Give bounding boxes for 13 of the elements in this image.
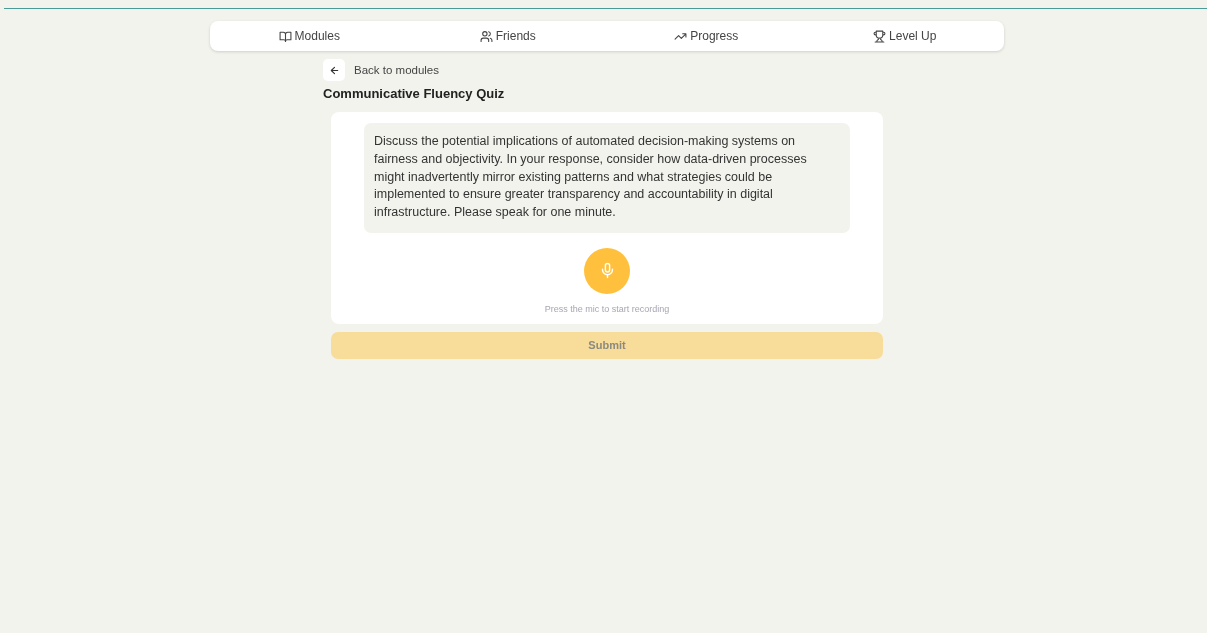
trophy-icon bbox=[873, 29, 887, 43]
nav-tab[interactable]: Modules bbox=[210, 29, 409, 43]
people-icon bbox=[479, 29, 493, 43]
nav-tab[interactable]: Friends bbox=[408, 29, 607, 43]
back-button[interactable] bbox=[323, 59, 345, 81]
recording-hint: Press the mic to start recording bbox=[544, 304, 670, 314]
book-icon bbox=[278, 29, 292, 43]
nav-tab[interactable]: Level Up bbox=[805, 29, 1004, 43]
prompt-text: Discuss the potential implications of automated decision-making systems on fairness and objectivity. In your response, consider how data-driven processes might inadvertently mirror existing patterns and what strategies could be implemented to ensure greater transparency and accountability in digital infrastructure. Please speak for one minute. bbox=[364, 123, 850, 233]
back-link[interactable]: Back to modules bbox=[354, 64, 439, 76]
back-arrow-icon bbox=[328, 64, 340, 76]
nav-tab[interactable]: Progress bbox=[607, 29, 806, 43]
quiz-title: Communicative Fluency Quiz bbox=[323, 86, 506, 101]
